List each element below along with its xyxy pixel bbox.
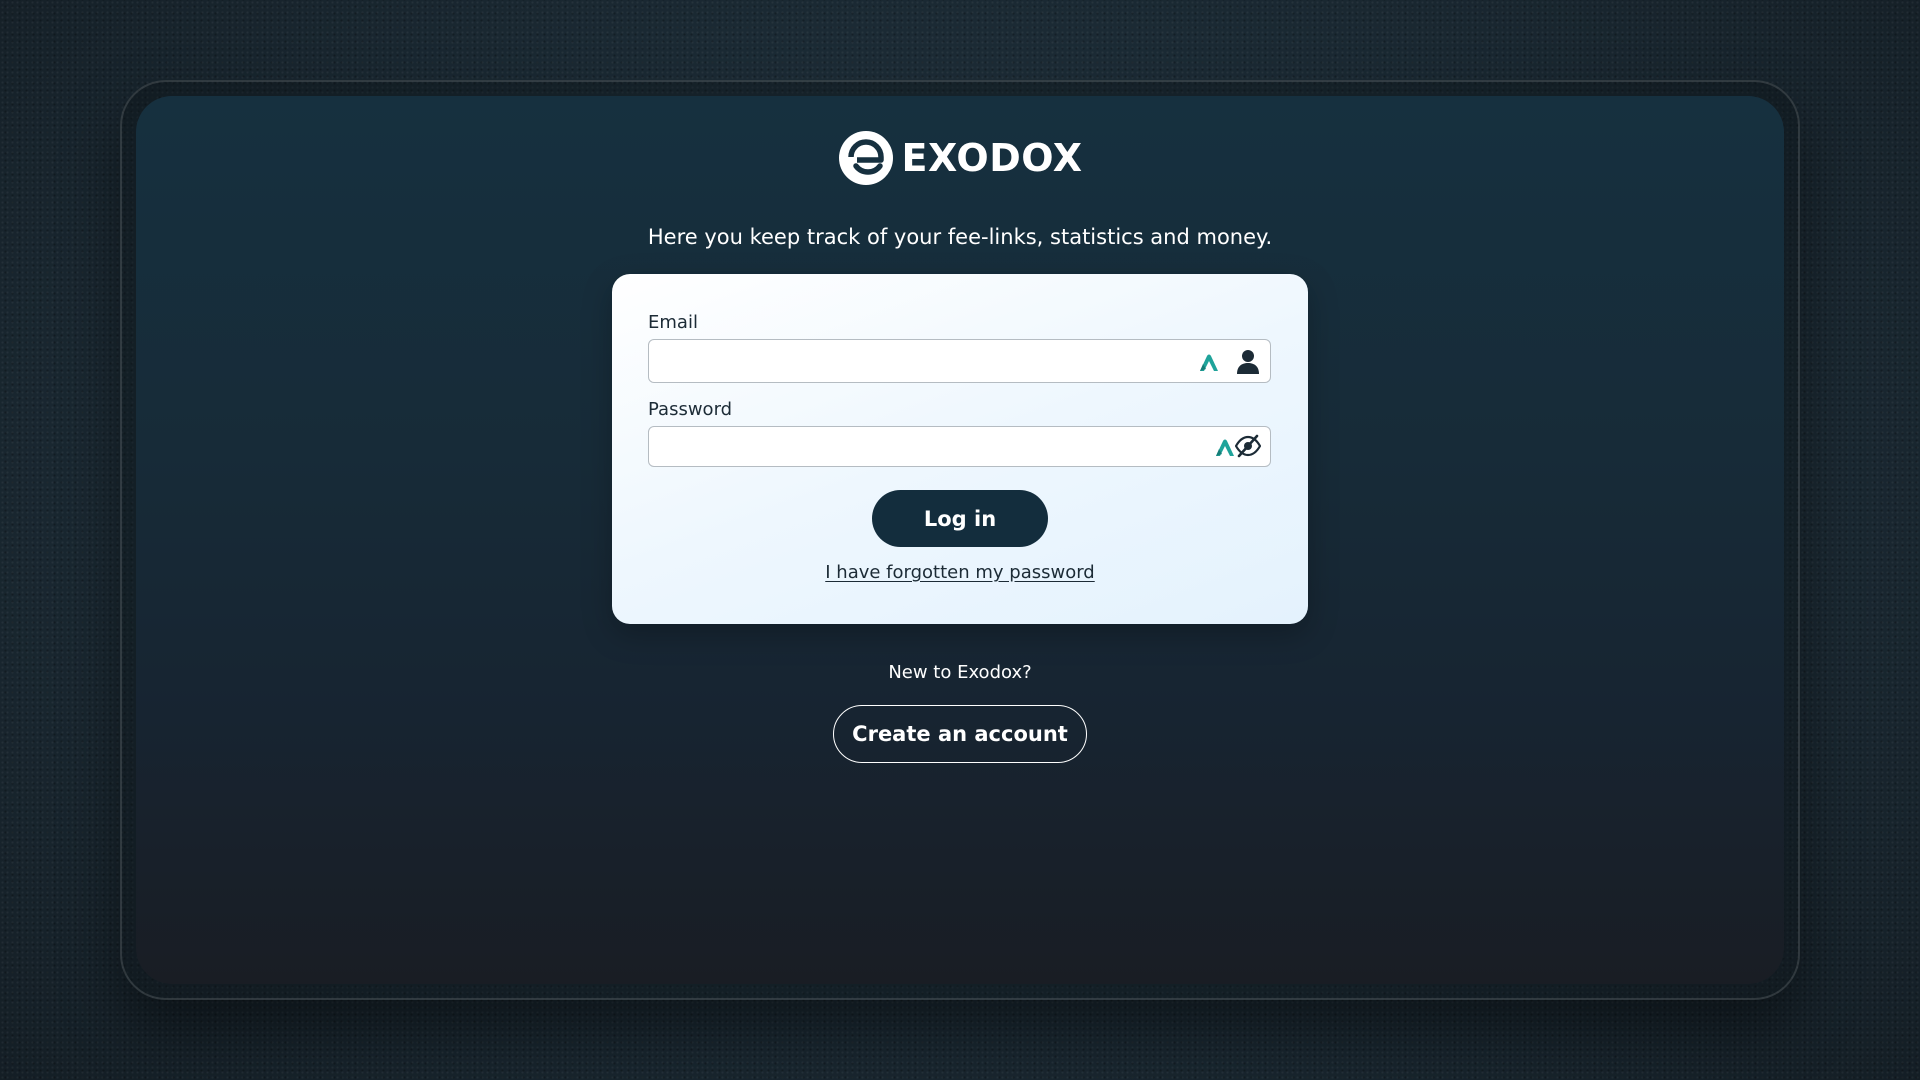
- password-input[interactable]: [649, 427, 1270, 466]
- password-label: Password: [648, 399, 733, 420]
- forgot-password-link[interactable]: I have forgotten my password: [612, 562, 1308, 583]
- exodox-logo-icon: [838, 130, 894, 186]
- brand-name: EXODOX: [901, 136, 1083, 180]
- login-card: Email Password Log in I have forgotten m…: [612, 274, 1308, 624]
- tagline: Here you keep track of your fee-links, s…: [647, 225, 1273, 249]
- email-label: Email: [648, 312, 698, 333]
- create-account-button[interactable]: Create an account: [833, 705, 1087, 763]
- email-field-wrapper: [648, 339, 1271, 383]
- eye-slash-icon[interactable]: [1235, 434, 1261, 458]
- password-manager-icon[interactable]: [1214, 437, 1236, 457]
- signup-prompt: New to Exodox?: [888, 662, 1032, 683]
- login-screen: EXODOX Here you keep track of your fee-l…: [136, 96, 1784, 984]
- email-input[interactable]: [649, 340, 1270, 382]
- brand-logo: EXODOX: [136, 130, 1784, 186]
- login-button[interactable]: Log in: [872, 490, 1048, 547]
- user-icon[interactable]: [1236, 349, 1260, 375]
- password-manager-icon[interactable]: [1198, 352, 1220, 372]
- password-field-wrapper: [648, 426, 1271, 467]
